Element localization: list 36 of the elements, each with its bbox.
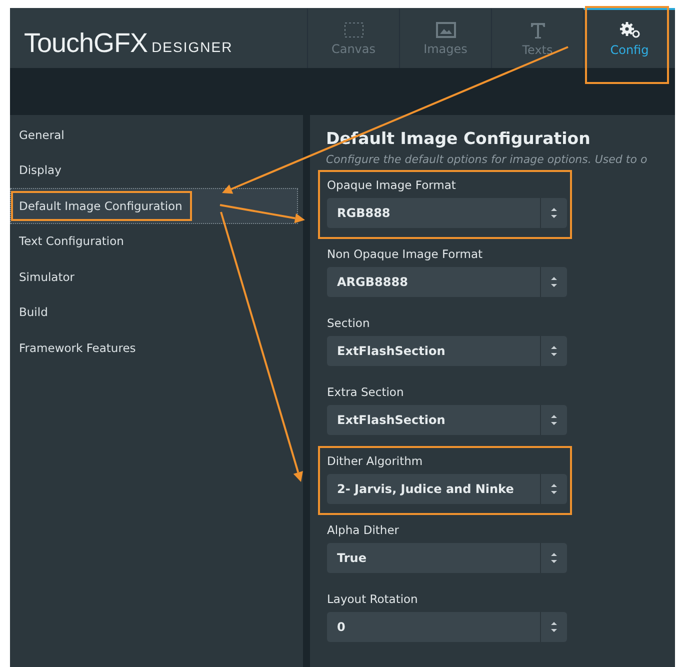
select-field[interactable]: RGB888 <box>327 198 567 228</box>
sidebar-item-label: Display <box>18 162 62 180</box>
field-label: Alpha Dither <box>327 523 400 537</box>
sidebar-item-label: Build <box>18 304 49 322</box>
field-label: Non Opaque Image Format <box>327 247 484 261</box>
sidebar-item-label: General <box>18 126 66 144</box>
field-label: Section <box>327 316 371 330</box>
sidebar-item[interactable]: Default Image Configuration <box>10 188 298 224</box>
select-field[interactable]: True <box>327 543 567 573</box>
sidebar-item-label: Simulator <box>18 268 76 286</box>
select-field[interactable]: 2- Jarvis, Judice and Ninke <box>327 474 567 504</box>
gears-icon <box>618 21 640 39</box>
sidebar-item-label: Text Configuration <box>18 233 125 250</box>
letter-t-icon <box>528 21 546 39</box>
field-label: Opaque Image Format <box>327 178 457 192</box>
toolbar-tab[interactable]: Config <box>583 8 675 68</box>
field-label: Layout Rotation <box>327 592 419 606</box>
dashed-square-icon <box>344 22 364 38</box>
select-field[interactable]: ARGB8888 <box>327 267 567 297</box>
logo-subtitle: DESIGNER <box>152 39 233 55</box>
sidebar-item[interactable]: Text Configuration <box>10 224 298 259</box>
sidebar-item[interactable]: Build <box>10 294 298 330</box>
select-field[interactable]: ExtFlashSection <box>327 336 567 366</box>
field-label: Dither Algorithm <box>327 454 424 468</box>
sidebar-item-label: Default Image Configuration <box>11 190 192 221</box>
sidebar-item[interactable]: General <box>10 117 298 152</box>
field-label: Extra Section <box>327 385 405 399</box>
sidebar-item[interactable]: Display <box>10 152 298 188</box>
logo-text: TouchGFX <box>24 28 148 59</box>
sidebar-item[interactable]: Framework Features <box>10 330 298 366</box>
sidebar-item[interactable]: Simulator <box>10 259 298 294</box>
image-icon <box>436 22 456 38</box>
select-field[interactable]: ExtFlashSection <box>327 405 567 435</box>
sidebar-item-label: Framework Features <box>18 340 137 357</box>
panel-description: Configure the default options for image options. Used to o <box>326 153 648 166</box>
select-field[interactable]: 0 <box>327 612 567 642</box>
